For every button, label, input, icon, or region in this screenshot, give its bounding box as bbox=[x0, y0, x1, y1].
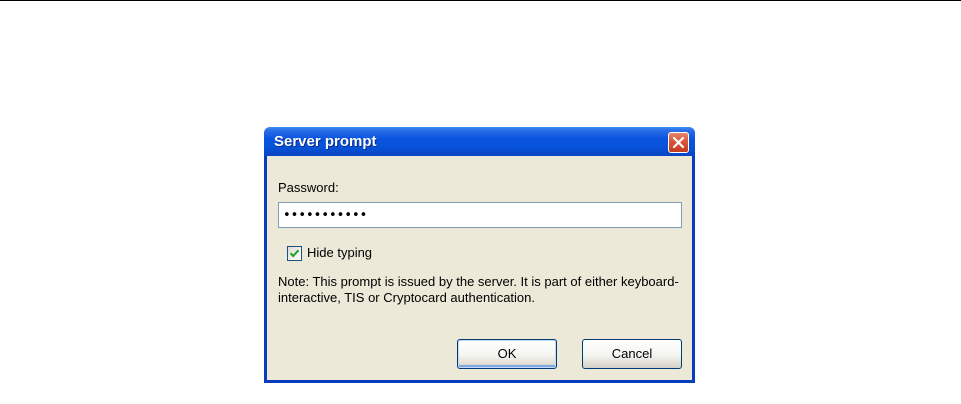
dialog-title: Server prompt bbox=[274, 133, 377, 150]
close-button[interactable] bbox=[668, 132, 689, 153]
ok-button[interactable]: OK bbox=[457, 339, 557, 369]
dialog-body: Password: Hide typing Note: This prompt … bbox=[267, 156, 692, 380]
server-prompt-dialog: Server prompt Password: Hide typing Note… bbox=[264, 127, 695, 383]
top-divider bbox=[0, 0, 961, 1]
password-label: Password: bbox=[278, 180, 339, 195]
cancel-button[interactable]: Cancel bbox=[582, 339, 682, 369]
page: Server prompt Password: Hide typing Note… bbox=[0, 0, 961, 404]
password-field[interactable] bbox=[278, 202, 682, 228]
hide-typing-label[interactable]: Hide typing bbox=[307, 245, 372, 260]
dialog-titlebar[interactable]: Server prompt bbox=[264, 127, 695, 156]
close-icon bbox=[672, 136, 685, 149]
checkmark-icon bbox=[289, 249, 300, 258]
note-text: Note: This prompt is issued by the serve… bbox=[278, 274, 679, 305]
hide-typing-checkbox[interactable] bbox=[287, 246, 302, 261]
